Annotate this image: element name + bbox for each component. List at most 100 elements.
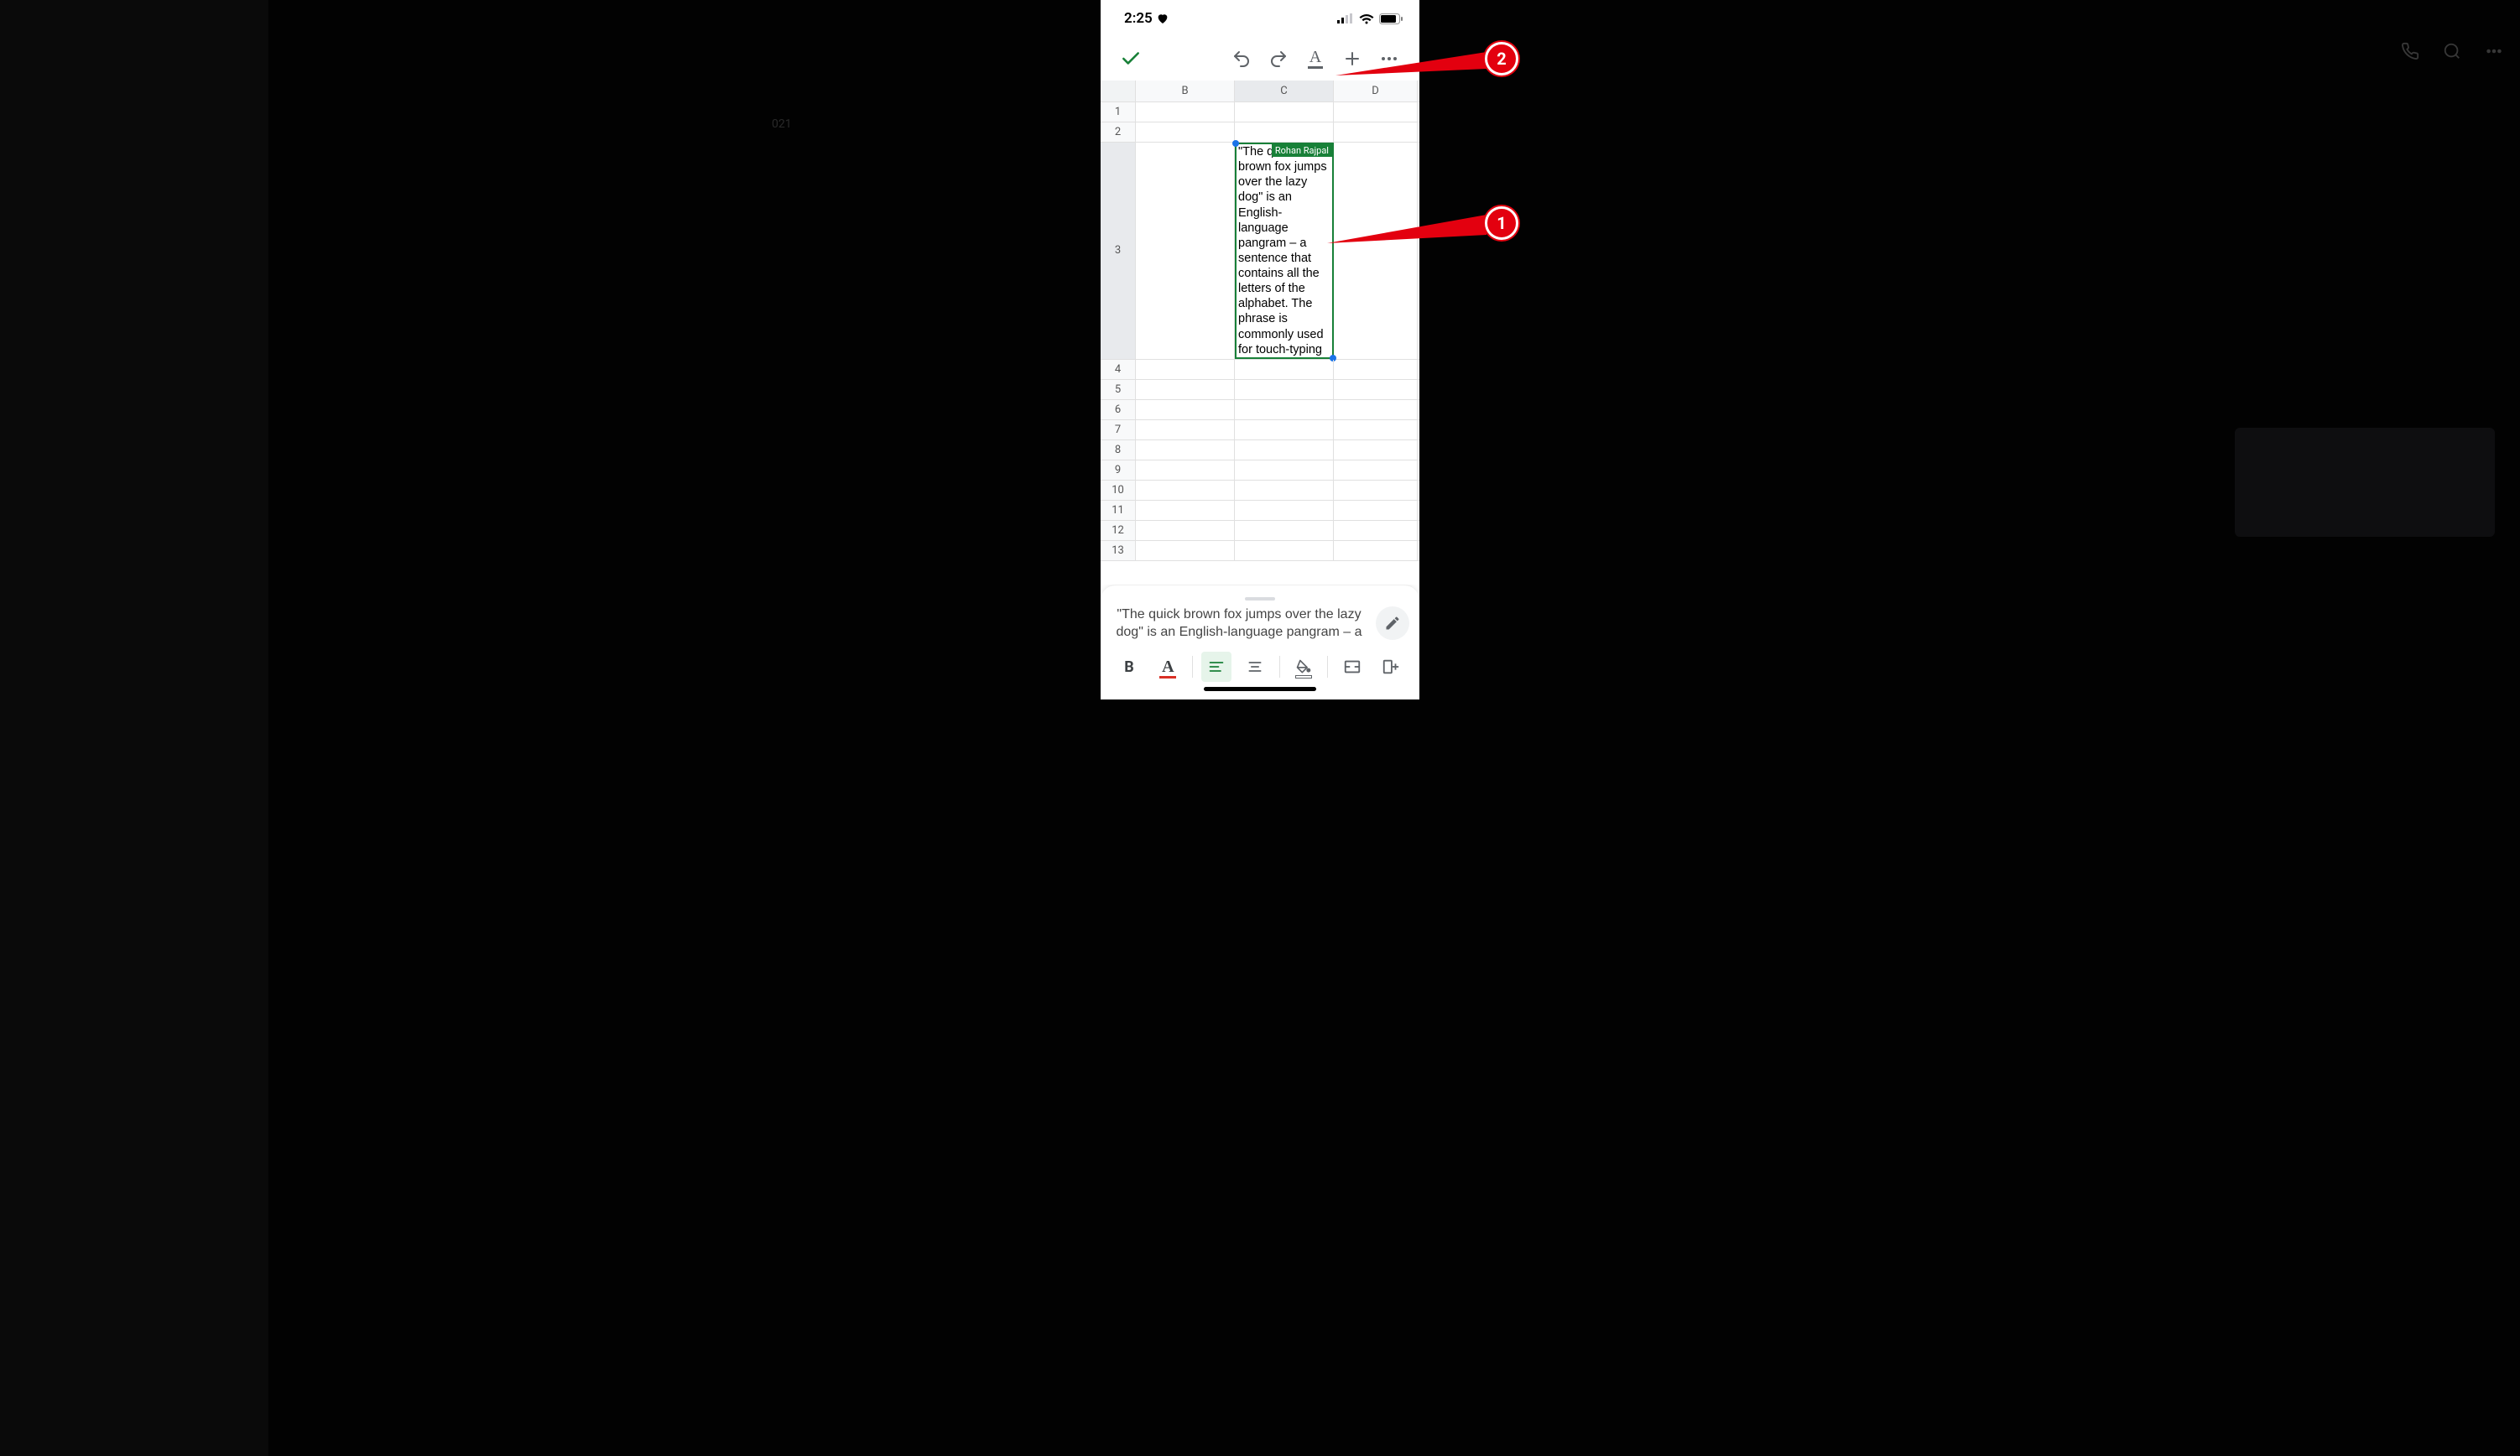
row-header-9[interactable]: 9 xyxy=(1101,460,1136,480)
cell-d7[interactable] xyxy=(1334,420,1418,439)
battery-icon xyxy=(1379,13,1403,24)
row-header-7[interactable]: 7 xyxy=(1101,420,1136,439)
insert-column-icon xyxy=(1382,658,1400,676)
cell-b4[interactable] xyxy=(1136,360,1235,379)
column-headers: B C D xyxy=(1101,81,1419,102)
plus-icon xyxy=(1342,49,1362,69)
cell-c1[interactable] xyxy=(1235,102,1334,122)
cell-d3[interactable] xyxy=(1334,143,1418,359)
cell-b2[interactable] xyxy=(1136,122,1235,142)
insert-button[interactable] xyxy=(1334,40,1371,77)
cell-b3[interactable] xyxy=(1136,143,1235,359)
redo-icon xyxy=(1268,49,1289,69)
cell-d10[interactable] xyxy=(1334,481,1418,500)
heart-icon xyxy=(1156,12,1169,25)
background-card-blur xyxy=(2235,428,2495,537)
bold-button[interactable]: B xyxy=(1114,652,1144,682)
phone-icon xyxy=(2401,42,2419,60)
cell-b6[interactable] xyxy=(1136,400,1235,419)
cell-d4[interactable] xyxy=(1334,360,1418,379)
col-header-c[interactable]: C xyxy=(1235,81,1334,101)
cell-c8[interactable] xyxy=(1235,440,1334,460)
ios-status-bar: 2:25 xyxy=(1101,0,1419,37)
cell-c2[interactable] xyxy=(1235,122,1334,142)
cell-b8[interactable] xyxy=(1136,440,1235,460)
row-header-3[interactable]: 3 xyxy=(1101,143,1136,359)
cell-b1[interactable] xyxy=(1136,102,1235,122)
divider xyxy=(1279,656,1280,678)
confirm-button[interactable] xyxy=(1112,40,1149,77)
col-header-d[interactable]: D xyxy=(1334,81,1418,101)
text-color-button[interactable]: A xyxy=(1153,652,1183,682)
background-sidebar-blur xyxy=(0,0,268,1456)
cell-d2[interactable] xyxy=(1334,122,1418,142)
row-header-1[interactable]: 1 xyxy=(1101,102,1136,122)
cell-c4[interactable] xyxy=(1235,360,1334,379)
undo-button[interactable] xyxy=(1223,40,1260,77)
cell-c3-selected[interactable]: Rohan Rajpal "The quick brown fox jumps … xyxy=(1235,143,1334,359)
cell-d11[interactable] xyxy=(1334,501,1418,520)
cell-d8[interactable] xyxy=(1334,440,1418,460)
cell-c13[interactable] xyxy=(1235,541,1334,560)
cell-b11[interactable] xyxy=(1136,501,1235,520)
row-header-12[interactable]: 12 xyxy=(1101,521,1136,540)
more-horizontal-icon xyxy=(1379,49,1399,69)
cellular-signal-icon xyxy=(1337,13,1354,23)
merge-cells-button[interactable] xyxy=(1337,652,1367,682)
format-toolbar: B A xyxy=(1111,652,1409,682)
cell-d5[interactable] xyxy=(1334,380,1418,399)
cell-c7[interactable] xyxy=(1235,420,1334,439)
cell-c11[interactable] xyxy=(1235,501,1334,520)
cell-b12[interactable] xyxy=(1136,521,1235,540)
background-year-fragment: 021 xyxy=(772,117,792,131)
cell-d13[interactable] xyxy=(1334,541,1418,560)
status-time: 2:25 xyxy=(1124,10,1153,27)
redo-button[interactable] xyxy=(1260,40,1297,77)
row-header-13[interactable]: 13 xyxy=(1101,541,1136,560)
cell-b5[interactable] xyxy=(1136,380,1235,399)
row-header-4[interactable]: 4 xyxy=(1101,360,1136,379)
align-center-button[interactable] xyxy=(1240,652,1270,682)
spreadsheet-grid[interactable]: B C D 1 2 3 Rohan Rajpal "The quick brow… xyxy=(1101,81,1419,585)
cell-c9[interactable] xyxy=(1235,460,1334,480)
more-horizontal-icon xyxy=(2485,42,2503,60)
col-header-b[interactable]: B xyxy=(1136,81,1235,101)
cell-b13[interactable] xyxy=(1136,541,1235,560)
cell-d12[interactable] xyxy=(1334,521,1418,540)
search-icon xyxy=(2443,42,2461,60)
row-header-10[interactable]: 10 xyxy=(1101,481,1136,500)
ios-home-indicator[interactable] xyxy=(1204,687,1316,691)
row-header-11[interactable]: 11 xyxy=(1101,501,1136,520)
cell-b10[interactable] xyxy=(1136,481,1235,500)
fill-color-swatch xyxy=(1295,675,1312,679)
collaborator-tag: Rohan Rajpal xyxy=(1272,144,1332,157)
cell-d9[interactable] xyxy=(1334,460,1418,480)
row-header-8[interactable]: 8 xyxy=(1101,440,1136,460)
bottom-edit-panel: "The quick brown fox jumps over the lazy… xyxy=(1101,585,1419,699)
panel-drag-handle[interactable] xyxy=(1245,597,1275,601)
select-all-corner[interactable] xyxy=(1101,81,1136,101)
edit-cell-button[interactable] xyxy=(1376,606,1409,640)
align-left-icon xyxy=(1208,658,1225,675)
cell-c5[interactable] xyxy=(1235,380,1334,399)
row-header-6[interactable]: 6 xyxy=(1101,400,1136,419)
text-color-swatch xyxy=(1159,676,1176,679)
cell-c6[interactable] xyxy=(1235,400,1334,419)
background-top-right-icons xyxy=(2401,42,2503,60)
cell-d1[interactable] xyxy=(1334,102,1418,122)
row-header-2[interactable]: 2 xyxy=(1101,122,1136,142)
paint-bucket-icon xyxy=(1295,658,1312,675)
formula-bar-text[interactable]: "The quick brown fox jumps over the lazy… xyxy=(1111,606,1367,642)
phone-screenshot: 2:25 A xyxy=(1101,0,1419,699)
insert-column-button[interactable] xyxy=(1376,652,1406,682)
cell-d6[interactable] xyxy=(1334,400,1418,419)
more-button[interactable] xyxy=(1371,40,1408,77)
cell-c12[interactable] xyxy=(1235,521,1334,540)
align-left-button[interactable] xyxy=(1201,652,1231,682)
cell-b7[interactable] xyxy=(1136,420,1235,439)
cell-b9[interactable] xyxy=(1136,460,1235,480)
fill-color-button[interactable] xyxy=(1289,652,1319,682)
text-format-button[interactable]: A xyxy=(1297,40,1334,77)
row-header-5[interactable]: 5 xyxy=(1101,380,1136,399)
cell-c10[interactable] xyxy=(1235,481,1334,500)
